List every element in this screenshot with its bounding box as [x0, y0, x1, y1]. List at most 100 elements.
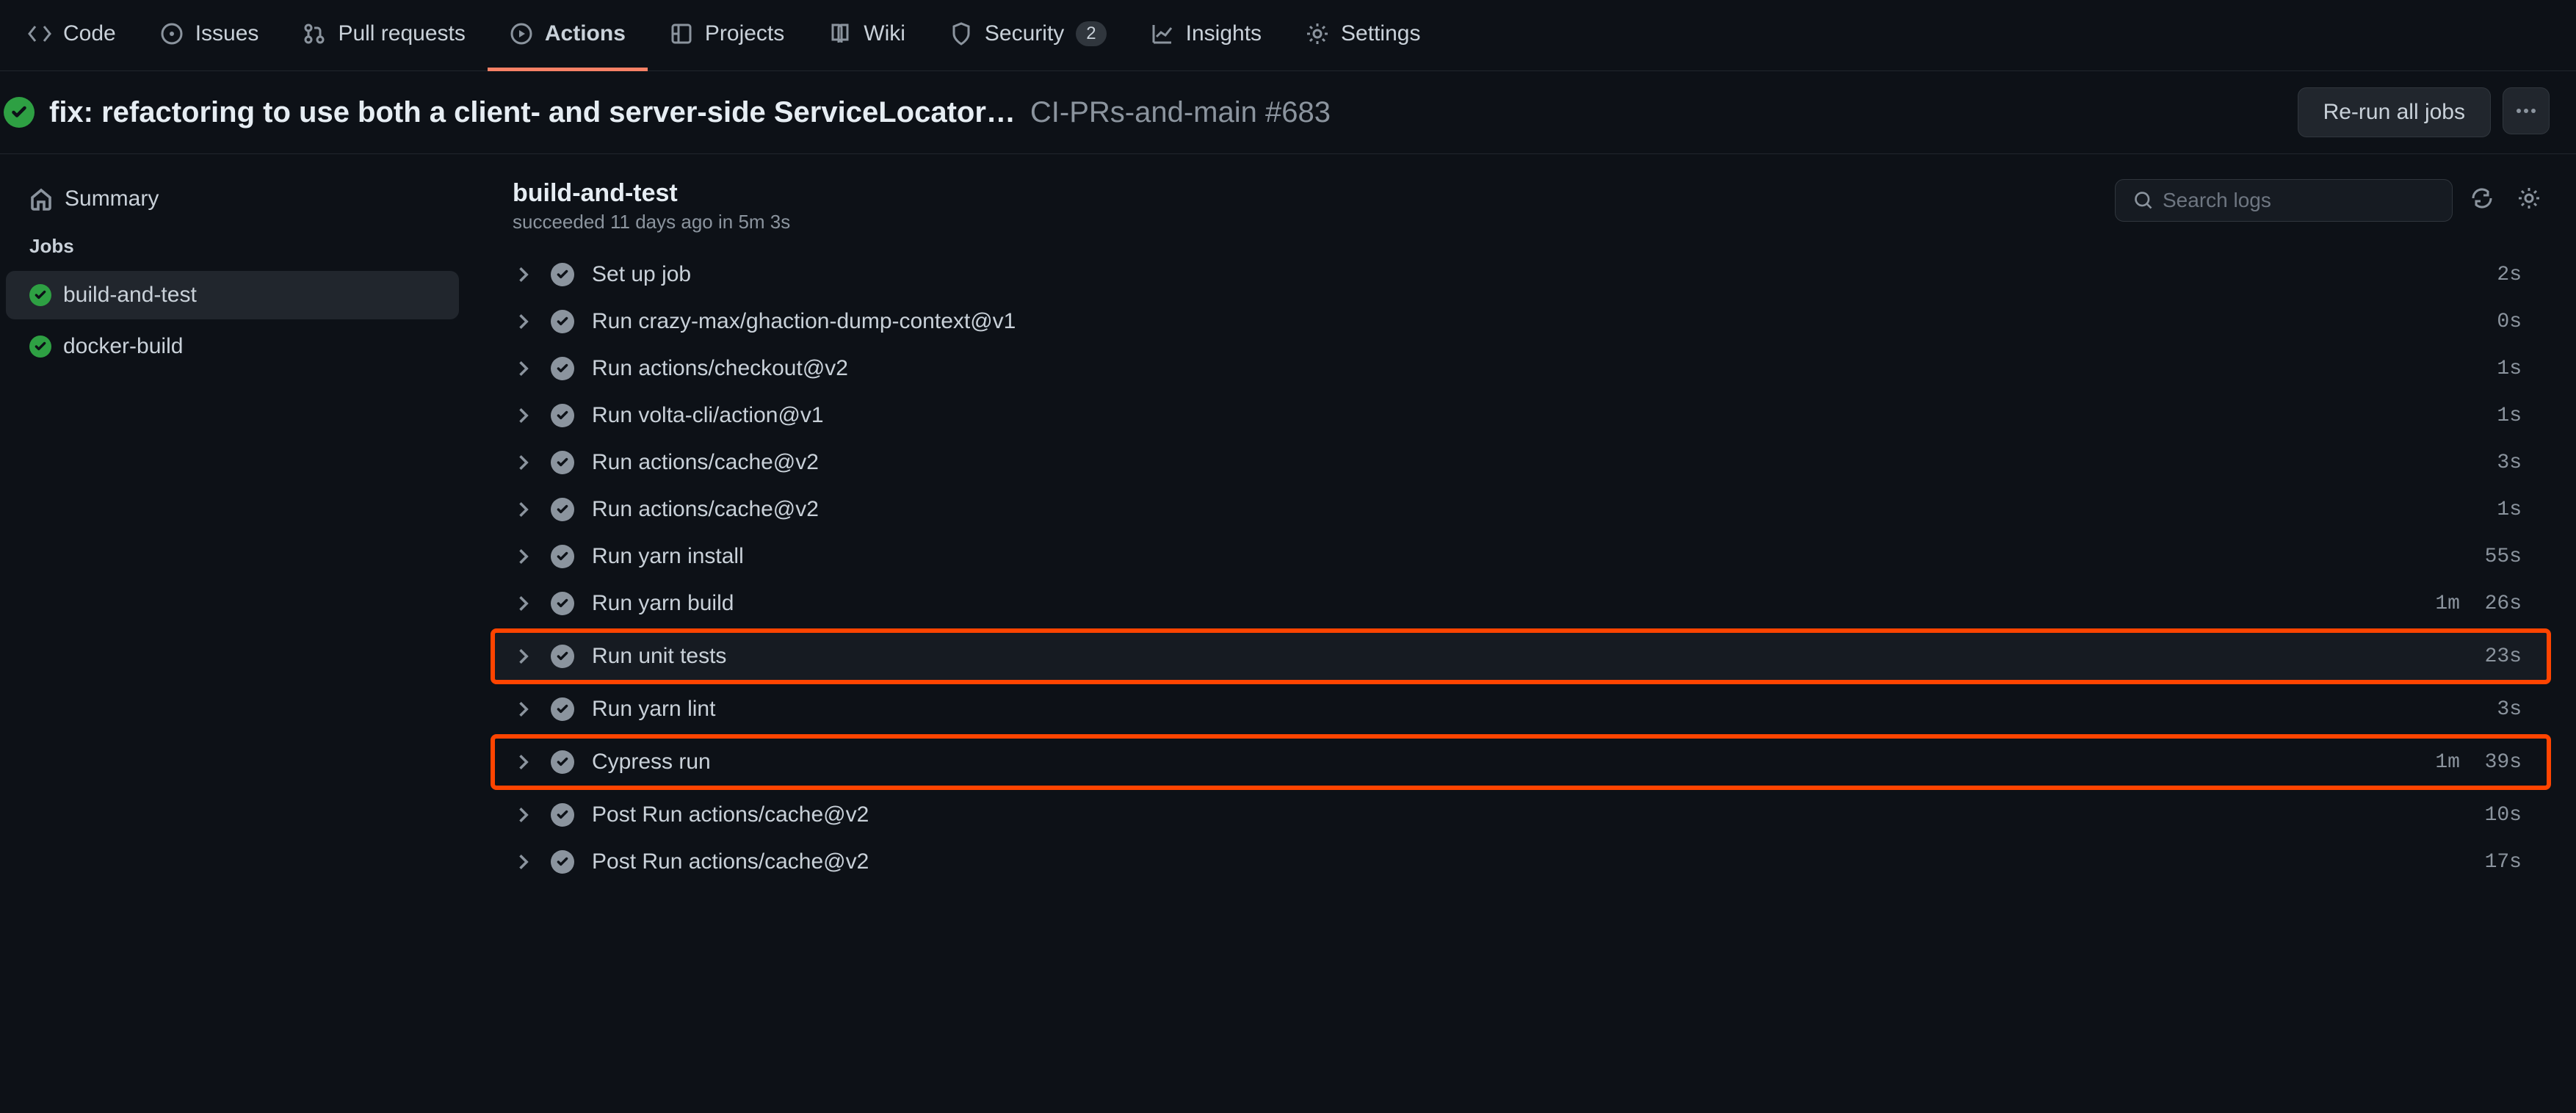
log-settings-button[interactable] [2511, 181, 2547, 221]
nav-code[interactable]: Code [6, 0, 138, 71]
chevron-right-icon [513, 805, 533, 825]
gear-icon [1306, 22, 1329, 46]
log-search-input[interactable] [2163, 189, 2434, 212]
job-item-build-and-test[interactable]: build-and-test [6, 271, 459, 319]
chevron-right-icon [513, 452, 533, 473]
step-name: Run crazy-max/ghaction-dump-context@v1 [592, 309, 2479, 334]
step-row[interactable]: Run yarn install 55s [495, 533, 2547, 580]
step-duration: 1m 39s [2435, 751, 2522, 774]
nav-security[interactable]: Security2 [927, 0, 1129, 71]
nav-actions[interactable]: Actions [488, 0, 648, 71]
step-row[interactable]: Cypress run1m 39s [491, 734, 2551, 790]
chevron-right-icon [513, 311, 533, 332]
issue-icon [160, 22, 184, 46]
step-name: Run yarn lint [592, 697, 2479, 722]
job-title: build-and-test [513, 179, 790, 208]
shield-icon [949, 22, 973, 46]
step-row[interactable]: Set up job2s [495, 251, 2547, 298]
step-name: Run volta-cli/action@v1 [592, 403, 2479, 428]
job-content: build-and-test succeeded 11 days ago in … [466, 154, 2576, 1113]
workflow-title: fix: refactoring to use both a client- a… [49, 96, 1016, 129]
nav-insights[interactable]: Insights [1129, 0, 1284, 71]
step-row[interactable]: Run crazy-max/ghaction-dump-context@v1 0s [495, 298, 2547, 345]
chevron-right-icon [513, 852, 533, 872]
summary-link[interactable]: Summary [6, 175, 459, 223]
nav-projects[interactable]: Projects [648, 0, 806, 71]
chevron-right-icon [513, 546, 533, 567]
workflow-menu-button[interactable] [2503, 87, 2550, 134]
sidebar: Summary Jobs build-and-testdocker-build [0, 154, 466, 1113]
job-subtitle: succeeded 11 days ago in 5m 3s [513, 211, 790, 233]
step-name: Post Run actions/cache@v2 [592, 849, 2467, 874]
step-name: Run yarn build [592, 591, 2417, 616]
steps-list: Set up job2sRun crazy-max/ghaction-dump-… [466, 251, 2576, 885]
workflow-run-id: CI-PRs-and-main #683 [1030, 96, 1331, 129]
refresh-button[interactable] [2464, 181, 2500, 221]
gear-icon [2517, 186, 2541, 210]
success-icon [551, 357, 574, 380]
jobs-heading: Jobs [6, 226, 459, 271]
pr-icon [303, 22, 326, 46]
nav-pull-requests[interactable]: Pull requests [281, 0, 487, 71]
chevron-right-icon [513, 646, 533, 667]
success-icon [551, 263, 574, 286]
step-duration: 1s [2497, 405, 2522, 427]
step-row[interactable]: Run unit tests 23s [491, 628, 2551, 684]
chevron-right-icon [513, 593, 533, 614]
success-icon [551, 850, 574, 874]
step-row[interactable]: Run actions/checkout@v21s [495, 345, 2547, 392]
log-search[interactable] [2115, 179, 2453, 222]
chevron-right-icon [513, 752, 533, 772]
graph-icon [1151, 22, 1174, 46]
step-duration: 3s [2497, 452, 2522, 474]
nav-wiki[interactable]: Wiki [806, 0, 927, 71]
repo-nav: CodeIssuesPull requestsActionsProjectsWi… [0, 0, 2576, 71]
step-row[interactable]: Run volta-cli/action@v1 1s [495, 392, 2547, 439]
search-icon [2133, 190, 2154, 211]
success-icon [551, 645, 574, 668]
step-row[interactable]: Post Run actions/cache@v210s [495, 791, 2547, 838]
success-icon [551, 545, 574, 568]
step-row[interactable]: Run actions/cache@v2 3s [495, 439, 2547, 486]
rerun-all-jobs-button[interactable]: Re-run all jobs [2298, 87, 2491, 137]
success-icon [551, 803, 574, 827]
step-duration: 55s [2485, 545, 2522, 568]
step-duration: 0s [2497, 311, 2522, 333]
code-icon [28, 22, 51, 46]
job-item-docker-build[interactable]: docker-build [6, 322, 459, 371]
step-duration: 17s [2485, 851, 2522, 874]
success-icon [551, 451, 574, 474]
home-icon [29, 187, 53, 211]
main-layout: Summary Jobs build-and-testdocker-build … [0, 154, 2576, 1113]
step-name: Run unit tests [592, 644, 2467, 669]
success-icon [4, 97, 35, 128]
step-row[interactable]: Run yarn lint3s [495, 686, 2547, 733]
summary-label: Summary [65, 186, 159, 211]
chevron-right-icon [513, 405, 533, 426]
chevron-right-icon [513, 499, 533, 520]
nav-issues[interactable]: Issues [138, 0, 281, 71]
project-icon [670, 22, 693, 46]
wiki-icon [828, 22, 852, 46]
play-icon [510, 22, 533, 46]
success-icon [551, 310, 574, 333]
workflow-header: fix: refactoring to use both a client- a… [0, 71, 2576, 154]
success-icon [551, 697, 574, 721]
step-row[interactable]: Run actions/cache@v21s [495, 486, 2547, 533]
step-row[interactable]: Post Run actions/cache@v2 17s [495, 838, 2547, 885]
chevron-right-icon [513, 264, 533, 285]
chevron-right-icon [513, 699, 533, 719]
chevron-right-icon [513, 358, 533, 379]
success-icon [551, 404, 574, 427]
nav-settings[interactable]: Settings [1284, 0, 1442, 71]
success-icon [551, 592, 574, 615]
step-name: Run actions/cache@v2 [592, 450, 2479, 475]
badge: 2 [1076, 21, 1106, 46]
success-icon [551, 750, 574, 774]
success-icon [29, 284, 51, 306]
step-duration: 23s [2485, 645, 2522, 668]
step-name: Run actions/cache@v2 [592, 497, 2479, 522]
step-row[interactable]: Run yarn build1m 26s [495, 580, 2547, 627]
step-name: Run yarn install [592, 544, 2467, 569]
job-header: build-and-test succeeded 11 days ago in … [466, 167, 2576, 251]
